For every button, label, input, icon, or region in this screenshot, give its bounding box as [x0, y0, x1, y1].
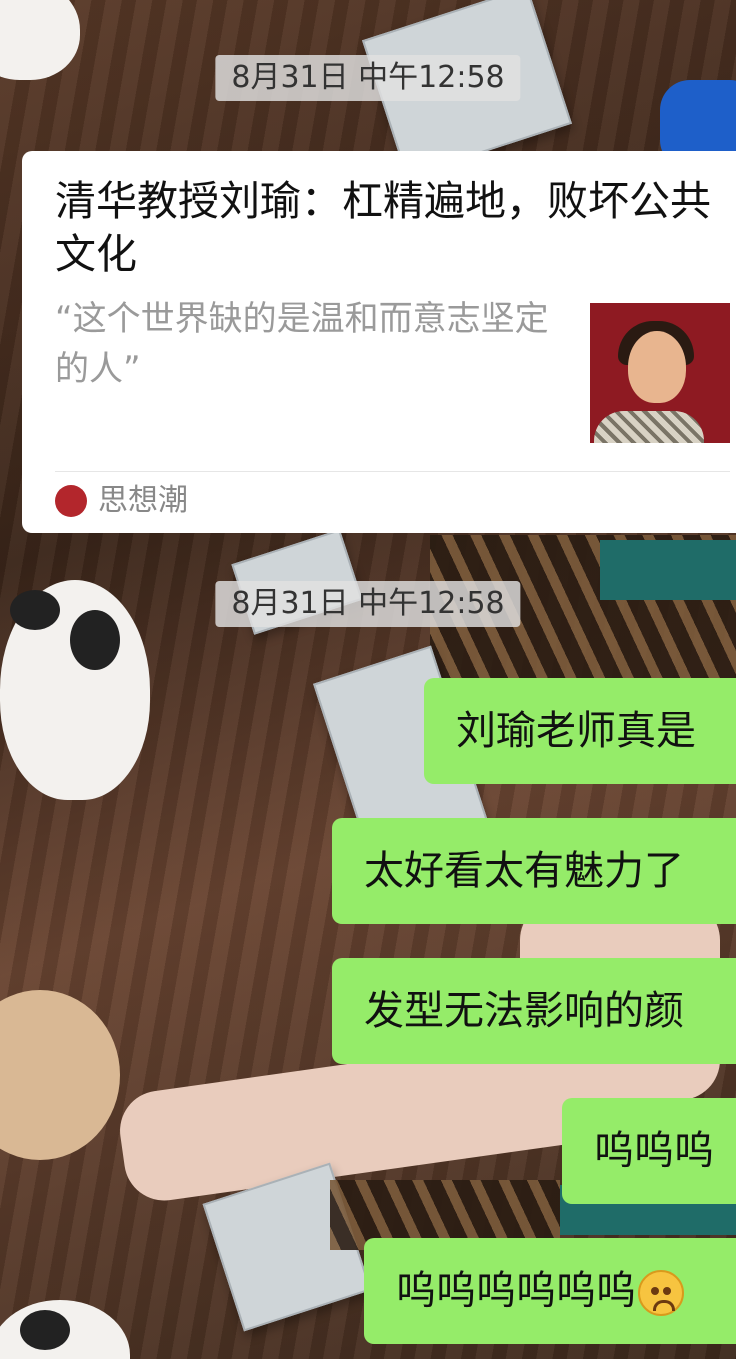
- outgoing-message-bubble[interactable]: 呜呜呜呜呜呜: [364, 1238, 736, 1344]
- sad-face-mouth: [653, 1300, 675, 1311]
- article-source: 思想潮: [98, 483, 188, 518]
- message-text: 发型无法影响的颜: [364, 988, 684, 1034]
- message-text: 太好看太有魅力了: [364, 848, 684, 894]
- article-title: 清华教授刘瑜：杠精遍地，败坏公共文化: [55, 177, 711, 278]
- outgoing-message-bubble[interactable]: 呜呜呜: [562, 1098, 736, 1204]
- cat-patch: [20, 1310, 70, 1350]
- message-text: 刘瑜老师真是: [456, 708, 696, 754]
- shared-article-card[interactable]: 清华教授刘瑜：杠精遍地，败坏公共文化 “这个世界缺的是温和而意志坚定的人” 思想…: [22, 151, 736, 533]
- wallpaper-teal-panel: [600, 540, 736, 600]
- thumbnail-face: [628, 331, 686, 403]
- article-description: “这个世界缺的是温和而意志坚定的人”: [55, 299, 549, 389]
- publisher-logo-icon: [55, 485, 87, 517]
- message-timestamp: 8月31日 中午12:58: [215, 55, 521, 101]
- thumbnail-body: [594, 411, 704, 443]
- message-timestamp: 8月31日 中午12:58: [215, 581, 521, 627]
- message-text: 呜呜呜: [594, 1128, 714, 1174]
- card-divider: [55, 471, 730, 472]
- sad-face-icon: [638, 1270, 684, 1316]
- cat-patch: [10, 590, 60, 630]
- article-thumbnail: [590, 303, 730, 443]
- message-text: 呜呜呜呜呜呜: [396, 1268, 636, 1314]
- outgoing-message-bubble[interactable]: 太好看太有魅力了: [332, 818, 736, 924]
- cat-patch: [70, 610, 120, 670]
- wallpaper-cat-middle: [0, 580, 150, 800]
- outgoing-message-bubble[interactable]: 发型无法影响的颜: [332, 958, 736, 1064]
- outgoing-message-bubble[interactable]: 刘瑜老师真是: [424, 678, 736, 784]
